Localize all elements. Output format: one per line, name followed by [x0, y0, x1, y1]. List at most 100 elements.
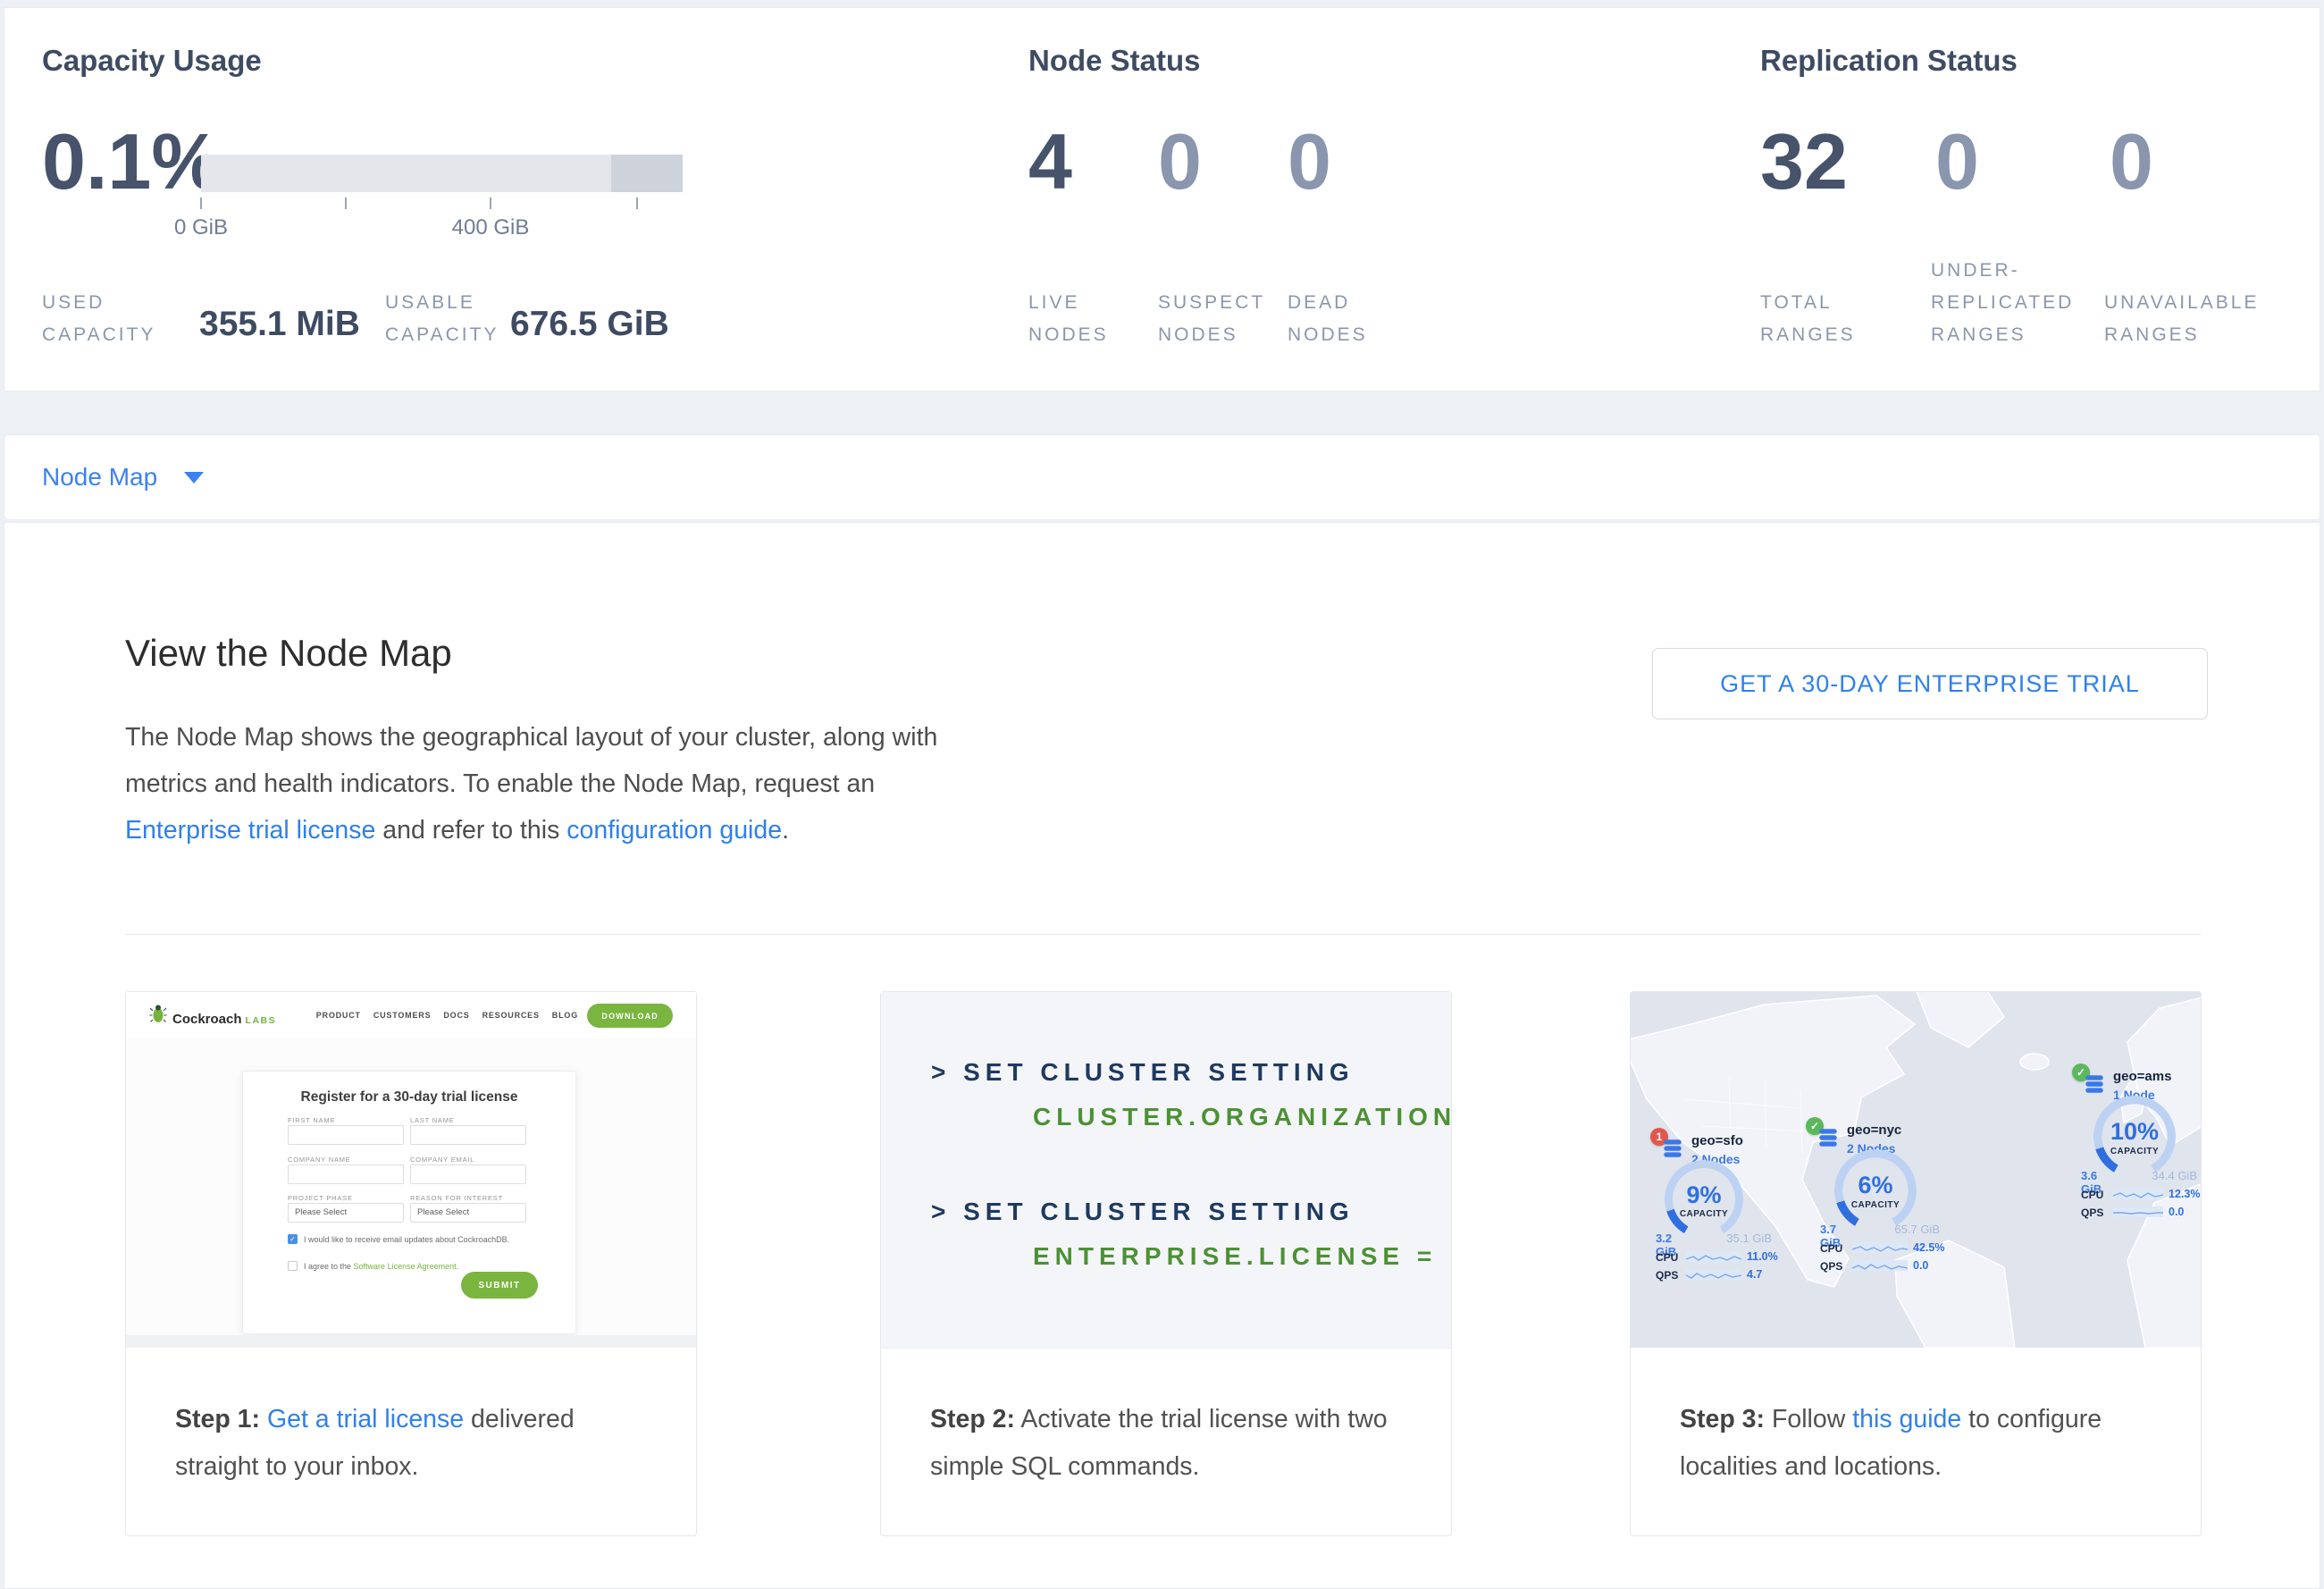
- trial-license-form: Register for a 30-day trial license FIRS…: [242, 1071, 576, 1334]
- cpu-sparkline: [1686, 1251, 1741, 1262]
- axis-tick-label: 400 GiB: [428, 215, 553, 240]
- mini-download-button: DOWNLOAD: [587, 1004, 673, 1028]
- qps-sparkline: [1686, 1269, 1741, 1280]
- license-agreement-link: Software License Agreement.: [354, 1262, 459, 1271]
- sql-commands-figure: > SET CLUSTER SETTING CLUSTER.ORGANIZATI…: [881, 992, 1451, 1349]
- qps-sparkline: [1852, 1260, 1908, 1271]
- mini-form-title: Register for a 30-day trial license: [243, 1089, 575, 1106]
- brand-name: Cockroach: [172, 1012, 242, 1027]
- checkbox-text: I agree to the: [304, 1262, 354, 1271]
- step-number: Step 3:: [1680, 1405, 1765, 1433]
- step3-card: 1 geo=sfo 2 Nodes 9% CAPACITY 3.2 GiB 35…: [1630, 991, 2202, 1536]
- mini-page-body: Register for a 30-day trial license FIRS…: [126, 1038, 696, 1348]
- configuration-guide-link[interactable]: configuration guide: [566, 816, 782, 845]
- cluster-summary-panel: Capacity Usage 0.1% 0 GiB 400 GiB USED C…: [4, 7, 2320, 391]
- reason-select: Please Select: [410, 1203, 526, 1223]
- field-label: FIRST NAME: [288, 1116, 335, 1124]
- page-title: View the Node Map: [125, 632, 452, 675]
- total-ranges-count: 32: [1760, 122, 1848, 201]
- axis-tick: [490, 198, 491, 209]
- step1-caption: Step 1: Get a trial license delivered st…: [175, 1396, 662, 1491]
- database-icon: [2083, 1072, 2106, 1096]
- field-label: COMPANY EMAIL: [410, 1156, 474, 1164]
- promo-text: The Node Map shows the geographical layo…: [125, 723, 937, 798]
- mini-nav-item: PRODUCT: [316, 1011, 361, 1020]
- mini-site-header: Cockroach LABS PRODUCT CUSTOMERS DOCS RE…: [126, 992, 696, 1039]
- project-phase-select: Please Select: [288, 1203, 404, 1223]
- suspect-nodes-label: SUSPECT NODES: [1158, 287, 1279, 351]
- step-text: [260, 1405, 267, 1433]
- sql-prompt: > SET CLUSTER SETTING: [931, 1198, 1355, 1226]
- cockroach-labs-logo: Cockroach LABS: [149, 1004, 276, 1027]
- checkbox-checked-icon: ✓: [288, 1234, 298, 1244]
- qps-sparkline: [2113, 1206, 2163, 1217]
- mini-nav: PRODUCT CUSTOMERS DOCS RESOURCES BLOG: [316, 992, 578, 1038]
- step-number: Step 2:: [930, 1405, 1015, 1433]
- promo-description: The Node Map shows the geographical layo…: [125, 714, 987, 853]
- live-nodes-count: 4: [1028, 122, 1072, 201]
- view-selector-label: Node Map: [42, 463, 157, 492]
- promo-text: and refer to this: [375, 816, 566, 845]
- view-selector-dropdown[interactable]: Node Map: [4, 434, 2320, 520]
- step2-card: > SET CLUSTER SETTING CLUSTER.ORGANIZATI…: [880, 991, 1452, 1536]
- sql-prompt: > SET CLUSTER SETTING: [931, 1058, 1355, 1087]
- unavailable-ranges-label: UNAVAILABLE RANGES: [2104, 287, 2314, 351]
- under-replicated-ranges-label: UNDER-REPLICATED RANGES: [1931, 255, 2114, 351]
- database-icon: [1661, 1137, 1684, 1160]
- get-enterprise-trial-button[interactable]: GET A 30-DAY ENTERPRISE TRIAL: [1652, 648, 2208, 719]
- dead-nodes-count: 0: [1288, 122, 1331, 201]
- field-label: COMPANY NAME: [288, 1156, 351, 1164]
- mini-nav-item: RESOURCES: [482, 1011, 540, 1020]
- first-name-field: [288, 1125, 404, 1145]
- chevron-down-icon: [184, 472, 204, 483]
- get-trial-license-link[interactable]: Get a trial license: [267, 1405, 464, 1433]
- brand-suffix: LABS: [246, 1015, 277, 1026]
- mini-nav-item: DOCS: [443, 1011, 469, 1020]
- unavailable-ranges-count: 0: [2110, 122, 2153, 201]
- enterprise-trial-license-link[interactable]: Enterprise trial license: [125, 816, 375, 845]
- database-icon: [1816, 1126, 1840, 1149]
- mini-page-footer: [126, 1335, 696, 1348]
- checkbox-unchecked-icon: [288, 1261, 298, 1271]
- sql-setting: CLUSTER.ORGANIZATION =: [1033, 1103, 1451, 1131]
- mini-submit-button: SUBMIT: [461, 1272, 538, 1299]
- company-name-field: [288, 1164, 404, 1184]
- capacity-usage-percent: 0.1%: [42, 122, 222, 201]
- usable-capacity-value: 676.5 GiB: [510, 305, 669, 344]
- mini-nav-item: BLOG: [552, 1011, 578, 1020]
- under-replicated-ranges-count: 0: [1935, 122, 1979, 201]
- step-text: Follow: [1765, 1405, 1852, 1433]
- node-status-title: Node Status: [1028, 44, 1201, 78]
- this-guide-link[interactable]: this guide: [1852, 1405, 1961, 1433]
- node-map-preview: 1 geo=sfo 2 Nodes 9% CAPACITY 3.2 GiB 35…: [1631, 992, 2201, 1348]
- trial-registration-screenshot: Cockroach LABS PRODUCT CUSTOMERS DOCS RE…: [126, 992, 696, 1348]
- node-map-promo-section: View the Node Map The Node Map shows the…: [4, 522, 2320, 1589]
- axis-tick: [636, 198, 638, 209]
- capacity-usage-bar: [201, 155, 683, 192]
- field-label: REASON FOR INTEREST: [410, 1194, 503, 1202]
- step1-card: Cockroach LABS PRODUCT CUSTOMERS DOCS RE…: [125, 991, 697, 1536]
- dead-nodes-label: DEAD NODES: [1288, 287, 1395, 351]
- replication-status-title: Replication Status: [1760, 44, 2018, 78]
- usable-capacity-label: USABLE CAPACITY: [385, 287, 519, 351]
- cluster-overview-page: Capacity Usage 0.1% 0 GiB 400 GiB USED C…: [0, 0, 2324, 1589]
- field-label: PROJECT PHASE: [288, 1194, 353, 1202]
- cpu-sparkline: [2113, 1189, 2163, 1199]
- field-label: LAST NAME: [410, 1116, 455, 1124]
- suspect-nodes-count: 0: [1158, 122, 1202, 201]
- cpu-sparkline: [1852, 1242, 1908, 1253]
- cockroach-logo-icon: [149, 1004, 167, 1023]
- axis-tick: [200, 198, 202, 209]
- mini-nav-item: CUSTOMERS: [373, 1011, 432, 1020]
- used-capacity-value: 355.1 MiB: [199, 305, 360, 344]
- total-ranges-label: TOTAL RANGES: [1760, 287, 1903, 351]
- step2-caption: Step 2: Activate the trial license with …: [930, 1396, 1417, 1491]
- section-divider: [125, 934, 2201, 935]
- checkbox-label: I agree to the Software License Agreemen…: [304, 1262, 458, 1271]
- step-number: Step 1:: [175, 1405, 260, 1433]
- promo-text: .: [782, 816, 789, 845]
- checkbox-label: I would like to receive email updates ab…: [304, 1235, 509, 1244]
- axis-tick: [345, 198, 347, 209]
- live-nodes-label: LIVE NODES: [1028, 287, 1136, 351]
- capacity-usage-title: Capacity Usage: [42, 44, 262, 78]
